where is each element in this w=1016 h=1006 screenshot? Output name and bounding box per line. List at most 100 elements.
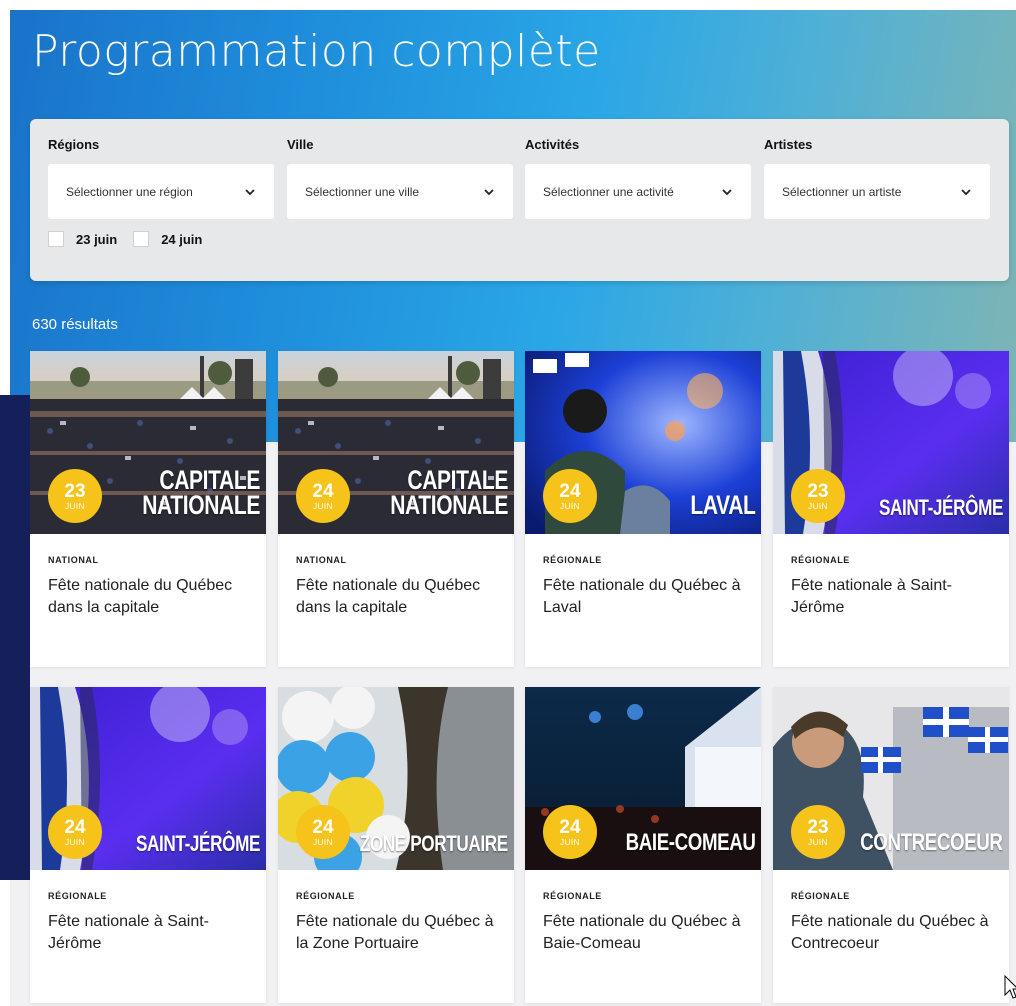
city-select[interactable]: Sélectionner une ville [287,164,513,219]
card-place: BAIE-COMEAU [625,828,755,856]
card-title[interactable]: Fête nationale du Québec dans la capital… [48,575,253,619]
card-place: LAVAL [690,492,756,519]
date-filter-23-juin[interactable]: 23 juin [48,231,117,247]
event-card[interactable]: 24 JUIN SAINT-JÉRÔME RÉGIONALE Fête nati… [30,687,266,1003]
event-card[interactable]: 23 JUIN SAINT-JÉRÔME RÉGIONALE Fête nati… [773,351,1009,667]
card-image: 23 JUIN CONTRECOEUR [773,687,1009,870]
event-card[interactable]: 23 JUIN CAPITALE NATIONALE NATIONAL Fête … [30,351,266,667]
card-category: RÉGIONALE [543,891,602,901]
card-image: 23 JUIN SAINT-JÉRÔME [773,351,1009,534]
city-select-value: Sélectionner une ville [305,184,420,199]
card-image: 24 JUIN CAPITALE NATIONALE [278,351,514,534]
card-place-line: ZONE PORTUAIRE [359,830,508,856]
activity-select[interactable]: Sélectionner une activité [525,164,751,219]
card-place: SAINT-JÉRÔME [135,830,260,856]
card-title[interactable]: Fête nationale du Québec à Baie-Comeau [543,911,748,955]
side-strip [0,395,30,880]
card-title[interactable]: Fête nationale à Saint-Jérôme [791,575,996,619]
chevron-down-icon [245,188,255,195]
card-image: 24 JUIN LAVAL [525,351,761,534]
card-category: RÉGIONALE [296,891,355,901]
region-select[interactable]: Sélectionner une région [48,164,274,219]
filter-label-regions: Régions [48,137,100,152]
card-category: RÉGIONALE [48,891,107,901]
date-filters: 23 juin 24 juin [48,231,218,247]
card-place-line: BAIE-COMEAU [625,828,755,856]
card-place: ZONE PORTUAIRE [359,830,508,856]
card-category: RÉGIONALE [791,891,850,901]
card-place: CAPITALE NATIONALE [390,467,508,521]
date-badge: 24 JUIN [296,805,350,859]
badge-month: JUIN [560,837,580,847]
badge-month: JUIN [808,837,828,847]
date-badge: 24 JUIN [543,469,597,523]
badge-day: 24 [64,816,86,838]
filter-artistes: Artistes Sélectionner un artiste [764,137,990,219]
artist-select-value: Sélectionner un artiste [782,184,902,199]
mouse-cursor-icon [1004,975,1016,999]
date-badge: 24 JUIN [296,469,350,523]
event-card[interactable]: 23 JUIN CONTRECOEUR RÉGIONALE Fête natio… [773,687,1009,1003]
date-badge: 23 JUIN [791,805,845,859]
card-place: CAPITALE NATIONALE [142,467,260,521]
badge-day: 24 [312,816,334,838]
date-badge: 24 JUIN [543,805,597,859]
date-badge: 24 JUIN [48,805,102,859]
badge-day: 24 [312,480,334,502]
filter-label-ville: Ville [287,137,314,152]
badge-day: 23 [807,816,829,838]
badge-day: 23 [807,480,829,502]
badge-month: JUIN [313,837,333,847]
date-badge: 23 JUIN [48,469,102,523]
card-place-line: SAINT-JÉRÔME [878,494,1003,520]
filter-label-artistes: Artistes [764,137,813,152]
checkbox-24-juin[interactable] [133,231,150,247]
date-label-23-juin: 23 juin [76,231,118,247]
card-category: RÉGIONALE [543,555,602,565]
card-place: SAINT-JÉRÔME [878,494,1003,520]
card-title[interactable]: Fête nationale du Québec à la Zone Portu… [296,911,501,955]
event-card[interactable]: 24 JUIN CAPITALE NATIONALE NATIONAL Fête … [278,351,514,667]
card-image: 23 JUIN CAPITALE NATIONALE [30,351,266,534]
activity-select-value: Sélectionner une activité [543,184,674,199]
card-image: 24 JUIN ZONE PORTUAIRE [278,687,514,870]
filter-panel: Régions Sélectionner une région Ville Sé… [30,119,1009,281]
badge-day: 24 [559,816,581,838]
page-title: Programmation complète [32,26,601,77]
filter-activites: Activités Sélectionner une activité [525,137,751,219]
region-select-value: Sélectionner une région [66,184,193,199]
card-image: 24 JUIN BAIE-COMEAU [525,687,761,870]
card-category: RÉGIONALE [791,555,850,565]
event-card[interactable]: 24 JUIN ZONE PORTUAIRE RÉGIONALE Fête na… [278,687,514,1003]
filter-ville: Ville Sélectionner une ville [287,137,513,219]
badge-month: JUIN [65,501,85,511]
badge-month: JUIN [808,501,828,511]
card-title[interactable]: Fête nationale du Québec à Contrecoeur [791,911,996,955]
badge-month: JUIN [313,501,333,511]
chevron-down-icon [484,188,494,195]
date-filter-24-juin[interactable]: 24 juin [133,231,202,247]
artist-select[interactable]: Sélectionner un artiste [764,164,990,219]
card-title[interactable]: Fête nationale du Québec à Laval [543,575,748,619]
card-place: CONTRECOEUR [860,828,1004,856]
card-category: NATIONAL [48,555,99,565]
chevron-down-icon [961,188,971,195]
badge-day: 23 [64,480,86,502]
card-title[interactable]: Fête nationale à Saint-Jérôme [48,911,253,955]
event-card[interactable]: 24 JUIN BAIE-COMEAU RÉGIONALE Fête natio… [525,687,761,1003]
card-title[interactable]: Fête nationale du Québec dans la capital… [296,575,501,619]
card-place-line: NATIONALE [142,490,260,521]
date-label-24-juin: 24 juin [161,231,203,247]
chevron-down-icon [722,188,732,195]
badge-day: 24 [559,480,581,502]
card-place-line: CONTRECOEUR [860,828,1004,856]
checkbox-23-juin[interactable] [48,231,64,247]
results-count: 630 résultats [32,316,118,333]
card-image: 24 JUIN SAINT-JÉRÔME [30,687,266,870]
card-category: NATIONAL [296,555,347,565]
badge-month: JUIN [65,837,85,847]
card-place-line: SAINT-JÉRÔME [135,830,260,856]
filter-label-activites: Activités [525,137,580,152]
card-place-line: NATIONALE [390,490,508,521]
event-card[interactable]: 24 JUIN LAVAL RÉGIONALE Fête nationale d… [525,351,761,667]
